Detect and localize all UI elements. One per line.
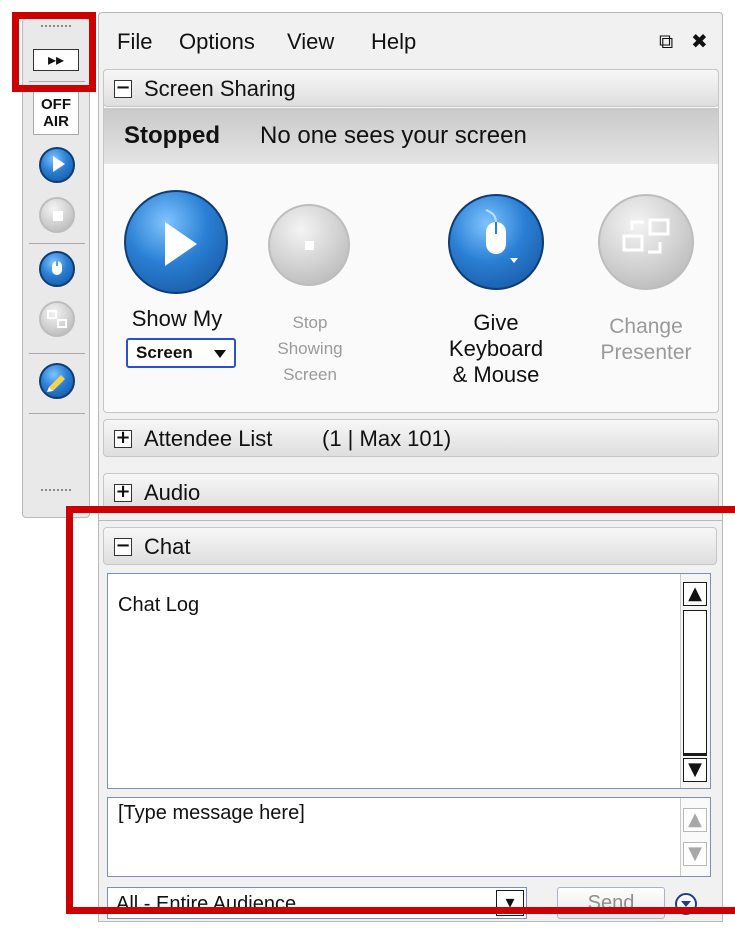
screen-sharing-section: − Screen Sharing Stopped No one sees you… [103,69,719,413]
audio-title: Audio [144,480,201,505]
expand-icon[interactable]: + [114,429,132,448]
change-presenter-button[interactable] [598,194,694,290]
screen-select-value: Screen [136,343,193,362]
give-keyboard-mouse-button[interactable] [448,194,544,290]
change-presenter-label: Change Presenter [600,315,692,364]
show-my-label: Show My [131,306,223,331]
toolbar-grip-bottom[interactable] [41,489,71,493]
menu-help[interactable]: Help [371,29,416,55]
annotate-icon[interactable] [39,363,75,399]
change-presenter-icon[interactable] [39,301,75,337]
attendee-list-header[interactable]: + Attendee List (1 | Max 101) [103,419,719,457]
highlight-box-chat [66,506,735,914]
menu-options[interactable]: Options [179,29,255,55]
attendee-count: (1 | Max 101) [322,426,452,451]
show-my-screen-button[interactable] [124,190,228,294]
popout-icon[interactable]: ⧉ [659,29,673,53]
stop-showing-label: Stop Showing Screen [277,313,343,384]
attendee-list-title: Attendee List [144,426,273,451]
mouse-icon[interactable] [39,251,75,287]
side-toolbar: ▸▸ OFF AIR [22,18,90,518]
give-keyboard-label: Give Keyboard & Mouse [448,310,544,387]
collapse-icon[interactable]: − [114,79,132,98]
status-text: No one sees your screen [260,122,527,149]
off-air-badge: OFF AIR [33,91,79,135]
play-icon[interactable] [39,147,75,183]
stop-icon[interactable] [39,197,75,233]
status-bar: Stopped No one sees your screen [104,108,718,164]
stop-showing-button[interactable] [268,204,350,286]
status-label: Stopped [124,122,220,149]
highlight-box-toolbar [12,12,96,92]
screen-sharing-title: Screen Sharing [144,76,296,101]
menu-file[interactable]: File [117,29,152,55]
expand-icon[interactable]: + [114,483,132,502]
screen-select[interactable]: Screen [126,338,236,368]
main-panel: File Options View Help ⧉ ✖ − Screen Shar… [98,12,723,524]
screen-sharing-header[interactable]: − Screen Sharing [103,69,719,107]
dropdown-arrow-icon [214,350,226,358]
menu-view[interactable]: View [287,29,334,55]
close-icon[interactable]: ✖ [691,29,708,53]
